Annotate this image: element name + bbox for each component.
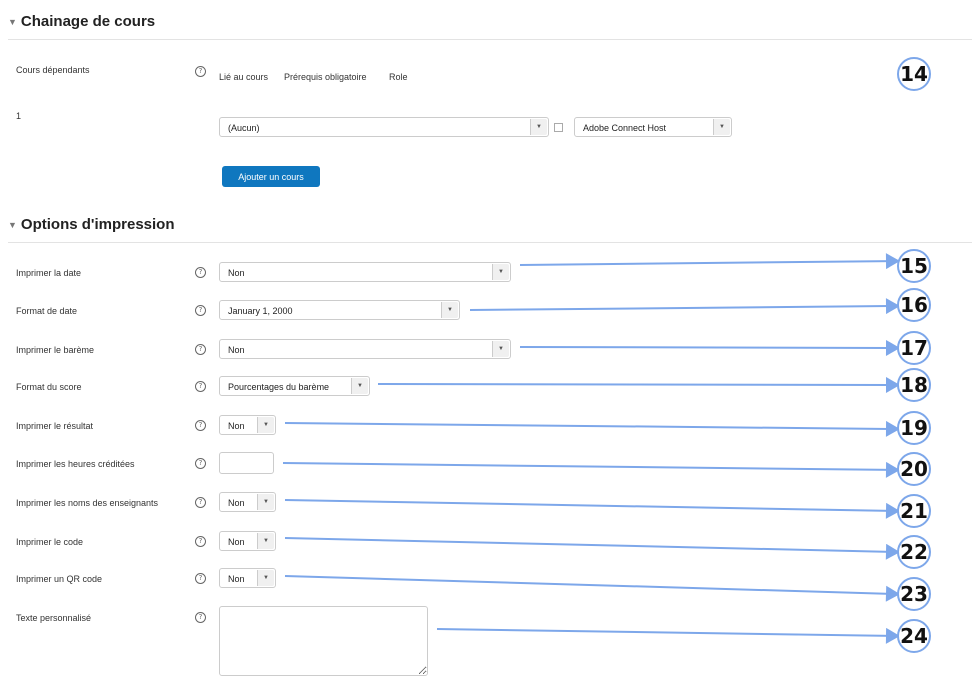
callout-badge-14: 14 — [897, 57, 931, 91]
callout-arrow-23 — [284, 575, 900, 602]
callout-arrow-24 — [436, 627, 900, 644]
callout-badge-19: 19 — [897, 411, 931, 445]
callout-arrow-20 — [282, 461, 900, 478]
callout-badge-20: 20 — [897, 452, 931, 486]
callout-arrow-19 — [284, 420, 900, 437]
callout-arrow-18 — [377, 376, 900, 393]
callout-badge-16: 16 — [897, 288, 931, 322]
callout-arrow-16 — [469, 298, 900, 315]
callout-arrows — [282, 253, 900, 644]
callout-arrow-22 — [284, 537, 900, 560]
callout-arrow-15 — [519, 253, 900, 270]
callout-badge-22: 22 — [897, 535, 931, 569]
callout-arrow-21 — [284, 499, 900, 519]
callout-badge-17: 17 — [897, 331, 931, 365]
callout-badge-15: 15 — [897, 249, 931, 283]
callout-badge-23: 23 — [897, 577, 931, 611]
callout-arrow-17 — [519, 339, 900, 356]
callout-badge-18: 18 — [897, 368, 931, 402]
callout-badge-24: 24 — [897, 619, 931, 653]
callout-badge-21: 21 — [897, 494, 931, 528]
